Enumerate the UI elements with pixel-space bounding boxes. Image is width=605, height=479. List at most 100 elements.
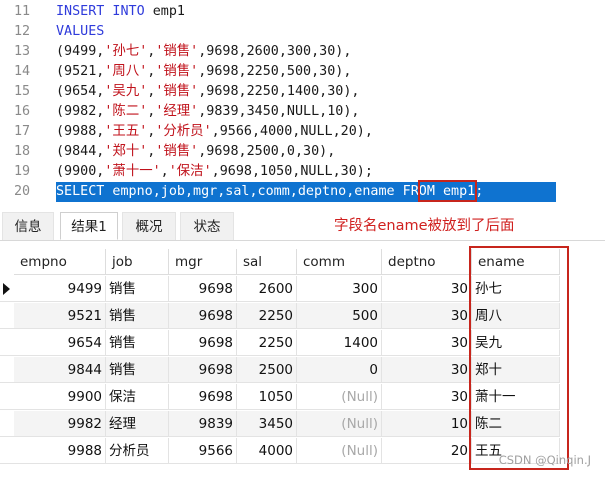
code-token: '分析员'	[155, 124, 212, 139]
table-cell-comm[interactable]: 300	[297, 276, 382, 302]
table-cell-job[interactable]: 经理	[106, 411, 169, 437]
table-cell-job[interactable]: 销售	[106, 303, 169, 329]
table-cell-deptno[interactable]: 30	[382, 276, 472, 302]
table-cell-mgr[interactable]: 9698	[169, 276, 237, 302]
column-header-job[interactable]: job	[106, 249, 169, 275]
table-cell-sal[interactable]: 2250	[237, 303, 297, 329]
table-cell-sal[interactable]: 2250	[237, 330, 297, 356]
table-cell-comm[interactable]: 0	[297, 357, 382, 383]
line-number: 16	[14, 104, 31, 119]
table-cell-deptno[interactable]: 20	[382, 438, 472, 464]
code-token: '销售'	[155, 64, 199, 79]
code-token: '销售'	[155, 144, 199, 159]
table-cell-deptno[interactable]: 30	[382, 384, 472, 410]
table-cell-sal[interactable]: 3450	[237, 411, 297, 437]
table-cell-comm[interactable]: 1400	[297, 330, 382, 356]
table-cell-mgr[interactable]: 9698	[169, 330, 237, 356]
code-line[interactable]: 13 (9499,'孙七','销售',9698,2600,300,30),	[0, 42, 605, 62]
code-line[interactable]: 20 SELECT empno,job,mgr,sal,comm,deptno,e…	[0, 182, 605, 202]
watermark: CSDN @Qinqin.J	[498, 453, 591, 467]
column-header-sal[interactable]: sal	[237, 249, 297, 275]
code-token: '销售'	[155, 84, 199, 99]
table-cell-empno[interactable]: 9982	[14, 411, 106, 437]
code-token: ,9566,4000,NULL,20),	[211, 124, 373, 139]
table-cell-comm[interactable]: (Null)	[297, 384, 382, 410]
code-line[interactable]: 18 (9844,'郑十','销售',9698,2500,0,30),	[0, 142, 605, 162]
table-cell-job[interactable]: 分析员	[106, 438, 169, 464]
tab-overview[interactable]: 概况	[122, 212, 176, 240]
code-line[interactable]: 11 INSERT INTO emp1	[0, 2, 605, 22]
table-cell-mgr[interactable]: 9698	[169, 384, 237, 410]
table-cell-deptno[interactable]: 10	[382, 411, 472, 437]
code-token: INSERT INTO	[56, 4, 153, 19]
code-line[interactable]: 15 (9654,'吴九','销售',9698,2250,1400,30),	[0, 82, 605, 102]
table-cell-empno[interactable]: 9499	[14, 276, 106, 302]
line-number: 19	[14, 164, 31, 179]
code-text: INSERT INTO emp1	[56, 2, 185, 22]
row-marker[interactable]	[0, 357, 14, 383]
line-number: 15	[14, 84, 31, 99]
table-cell-sal[interactable]: 2500	[237, 357, 297, 383]
line-number: 18	[14, 144, 31, 159]
row-marker[interactable]	[0, 276, 14, 302]
table-cell-ename[interactable]: 孙七	[472, 276, 560, 302]
table-cell-empno[interactable]: 9521	[14, 303, 106, 329]
table-cell-empno[interactable]: 9900	[14, 384, 106, 410]
table-cell-deptno[interactable]: 30	[382, 330, 472, 356]
row-marker[interactable]	[0, 330, 14, 356]
table-cell-ename[interactable]: 郑十	[472, 357, 560, 383]
code-token: '吴九'	[104, 84, 148, 99]
table-cell-sal[interactable]: 4000	[237, 438, 297, 464]
table-cell-empno[interactable]: 9654	[14, 330, 106, 356]
code-token: ,9698,2600,300,30),	[198, 44, 352, 59]
tab-status[interactable]: 状态	[180, 212, 234, 240]
table-cell-sal[interactable]: 2600	[237, 276, 297, 302]
column-header-ename[interactable]: ename	[472, 249, 560, 275]
table-cell-mgr[interactable]: 9698	[169, 357, 237, 383]
column-header-comm[interactable]: comm	[297, 249, 382, 275]
sql-editor[interactable]: 11 INSERT INTO emp1 12 VALUES 13 (9499,'孙七','…	[0, 0, 605, 206]
code-text: VALUES	[56, 22, 104, 42]
row-marker[interactable]	[0, 384, 14, 410]
line-number: 17	[14, 124, 31, 139]
code-token: '王五'	[104, 124, 148, 139]
code-token: (9982,	[56, 104, 105, 119]
column-header-mgr[interactable]: mgr	[169, 249, 237, 275]
code-line[interactable]: 16 (9982,'陈二','经理',9839,3450,NULL,10),	[0, 102, 605, 122]
current-row-pointer-icon	[3, 283, 10, 295]
row-marker[interactable]	[0, 411, 14, 437]
result-grid[interactable]: empno job mgr sal comm deptno ename 9499 销售 9698 2…	[0, 241, 605, 479]
table-cell-deptno[interactable]: 30	[382, 303, 472, 329]
table-cell-job[interactable]: 销售	[106, 330, 169, 356]
table-cell-comm[interactable]: 500	[297, 303, 382, 329]
code-line[interactable]: 17 (9988,'王五','分析员',9566,4000,NULL,20),	[0, 122, 605, 142]
code-token: ,9839,3450,NULL,10),	[198, 104, 360, 119]
table-cell-ename[interactable]: 萧十一	[472, 384, 560, 410]
code-text: (9499,'孙七','销售',9698,2600,300,30),	[56, 42, 351, 62]
table-cell-ename[interactable]: 周八	[472, 303, 560, 329]
column-header-deptno[interactable]: deptno	[382, 249, 472, 275]
table-cell-mgr[interactable]: 9566	[169, 438, 237, 464]
table-cell-ename[interactable]: 吴九	[472, 330, 560, 356]
tab-result1[interactable]: 结果1	[60, 212, 118, 240]
table-cell-comm[interactable]: (Null)	[297, 411, 382, 437]
row-marker[interactable]	[0, 303, 14, 329]
column-header-empno[interactable]: empno	[14, 249, 106, 275]
code-line[interactable]: 14 (9521,'周八','销售',9698,2250,500,30),	[0, 62, 605, 82]
table-cell-comm[interactable]: (Null)	[297, 438, 382, 464]
table-cell-sal[interactable]: 1050	[237, 384, 297, 410]
table-cell-empno[interactable]: 9844	[14, 357, 106, 383]
table-cell-mgr[interactable]: 9698	[169, 303, 237, 329]
table-cell-mgr[interactable]: 9839	[169, 411, 237, 437]
row-marker[interactable]	[0, 438, 14, 464]
code-token: '孙七'	[104, 44, 148, 59]
table-cell-ename[interactable]: 陈二	[472, 411, 560, 437]
table-cell-job[interactable]: 保洁	[106, 384, 169, 410]
code-line[interactable]: 12 VALUES	[0, 22, 605, 42]
code-line[interactable]: 19 (9900,'萧十一','保洁',9698,1050,NULL,30);	[0, 162, 605, 182]
table-cell-job[interactable]: 销售	[106, 357, 169, 383]
tab-info[interactable]: 信息	[2, 212, 54, 240]
table-cell-empno[interactable]: 9988	[14, 438, 106, 464]
table-cell-deptno[interactable]: 30	[382, 357, 472, 383]
table-cell-job[interactable]: 销售	[106, 276, 169, 302]
